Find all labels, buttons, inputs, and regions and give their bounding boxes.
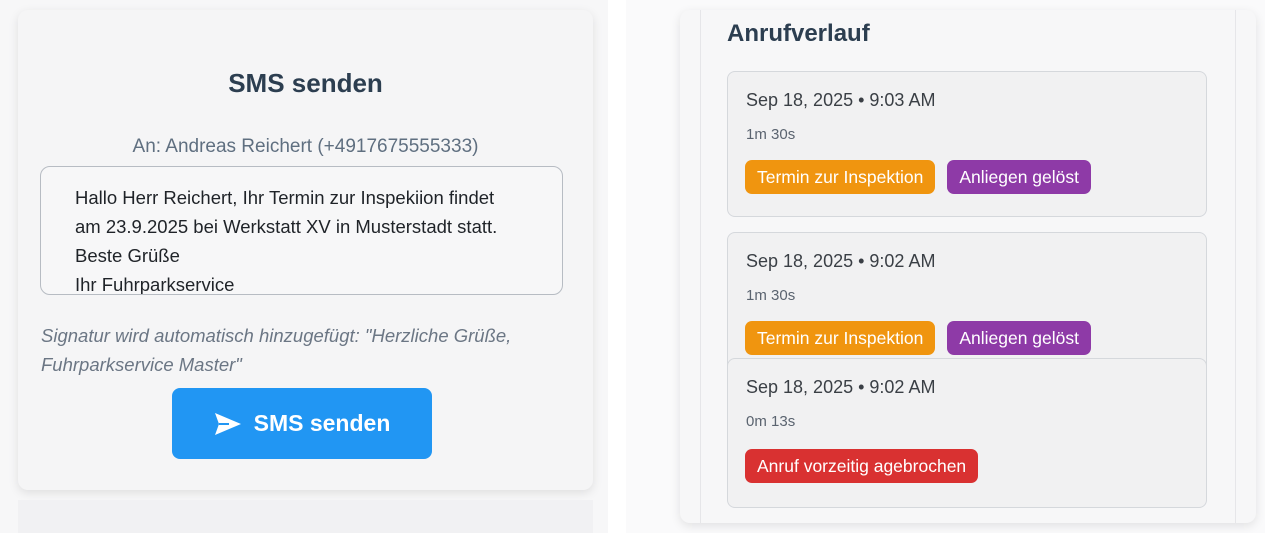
sms-recipient: An: Andreas Reichert (+4917675555333) (132, 136, 479, 157)
tag-appointment: Termin zur Inspektion (745, 321, 936, 355)
message-line: Hallo Herr Reichert, Ihr Termin zur Insp… (75, 187, 495, 208)
send-icon (214, 412, 242, 436)
tag-appointment: Termin zur Inspektion (745, 160, 936, 194)
call-tags: Termin zur Inspektion Anliegen gelöst (745, 321, 1091, 355)
call-tags: Termin zur Inspektion Anliegen gelöst (745, 160, 1091, 194)
call-date: Sep 18, 2025 • 9:02 AM (746, 251, 936, 271)
sms-message-textarea[interactable]: Hallo Herr Reichert, Ihr Termin zur Insp… (40, 166, 563, 295)
call-entry[interactable]: Sep 18, 2025 • 9:02 AM 1m 30s Termin zur… (727, 232, 1207, 378)
sms-card: SMS senden An: Andreas Reichert (+491767… (18, 10, 593, 490)
message-line: am 23.9.2025 bei Werkstatt XV in Musters… (75, 216, 498, 237)
sms-title: SMS senden (228, 68, 383, 98)
call-entry[interactable]: Sep 18, 2025 • 9:02 AM 0m 13s Anruf vorz… (727, 358, 1207, 508)
sms-panel-footer (18, 500, 593, 533)
call-date: Sep 18, 2025 • 9:02 AM (746, 377, 936, 397)
message-line: Beste Grüße (75, 245, 180, 266)
call-duration: 0m 13s (746, 413, 796, 430)
call-entry[interactable]: Sep 18, 2025 • 9:03 AM 1m 30s Termin zur… (727, 71, 1207, 217)
divider (1235, 10, 1236, 523)
send-sms-button[interactable]: SMS senden (172, 388, 432, 459)
call-history-card: Anrufverlauf Sep 18, 2025 • 9:03 AM 1m 3… (680, 10, 1256, 523)
signature-note: Signatur wird automatisch hinzugefügt: "… (41, 325, 512, 375)
tag-resolved: Anliegen gelöst (947, 321, 1091, 355)
tag-call-aborted: Anruf vorzeitig agebrochen (745, 449, 979, 483)
call-duration: 1m 30s (746, 126, 796, 143)
call-date: Sep 18, 2025 • 9:03 AM (746, 90, 936, 110)
divider (700, 10, 701, 523)
send-sms-button-label: SMS senden (253, 410, 391, 436)
tag-resolved: Anliegen gelöst (947, 160, 1091, 194)
call-history-title: Anrufverlauf (727, 20, 870, 47)
call-duration: 1m 30s (746, 287, 796, 304)
message-line: Ihr Fuhrparkservice (75, 274, 235, 295)
call-tags: Anruf vorzeitig agebrochen (745, 449, 979, 483)
